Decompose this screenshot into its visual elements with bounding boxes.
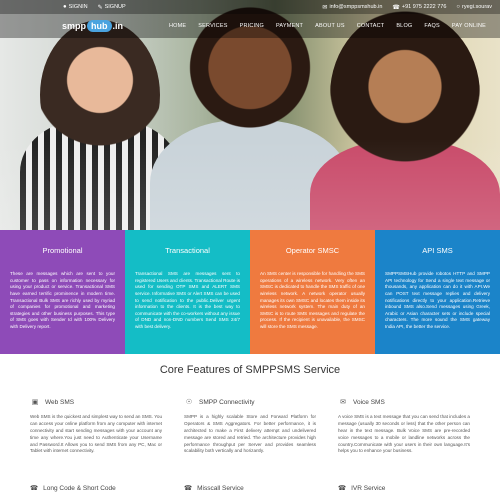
feature-smpp-connectivity: ☉ SMPP Connectivity SMPP is a highly scal…: [184, 398, 316, 455]
envelope-icon: ✉: [322, 4, 328, 11]
card-operator-smsc: Operator SMSC An SMS center is responsib…: [250, 230, 375, 354]
skype-label: ryegi.sourav: [462, 4, 492, 10]
pencil-icon: ✎: [97, 4, 103, 11]
feature-misscall: ☎ Misscall Service: [184, 484, 316, 493]
feature-ivr: ☎ IVR Service: [338, 484, 470, 493]
phone-icon: ☎: [338, 485, 347, 492]
phone-label: +91 975 2222 776: [401, 4, 447, 10]
card-title: Operator SMSC: [285, 246, 340, 255]
feature-title: Misscall Service: [197, 484, 244, 492]
logo-part3: .in: [112, 21, 124, 31]
card-text: Transactional SMS are messages sent to r…: [135, 270, 240, 330]
user-icon: ●: [63, 4, 67, 10]
feature-voice-sms: ✉ Voice SMS A voice SMS is a text message…: [338, 398, 470, 455]
feature-title: Long Code & Short Code: [43, 484, 116, 492]
nav-pricing[interactable]: PRICING: [234, 23, 270, 29]
nav-pay-online[interactable]: PAY ONLINE: [446, 23, 492, 29]
feature-title: Voice SMS: [353, 398, 385, 406]
feature-text: Web SMS is the quickest and simplest way…: [30, 414, 162, 454]
feature-long-short-code: ☎ Long Code & Short Code: [30, 484, 162, 493]
nav-blog[interactable]: BLOG: [390, 23, 418, 29]
email-label: info@smppsmshub.in: [329, 4, 383, 10]
nav-services[interactable]: SERVICES: [192, 23, 233, 29]
features-grid: ▣ Web SMS Web SMS is the quickest and sim…: [30, 398, 470, 455]
features-heading: Core Features of SMPPSMS Service: [159, 364, 341, 376]
chat-icon: ✉: [340, 399, 346, 406]
card-transactional: Transactional Transactional SMS are mess…: [125, 230, 250, 354]
service-cards: Promotional These are messages which are…: [0, 230, 500, 354]
card-text: An SMS center is responsible for handlin…: [260, 270, 365, 330]
skype-icon: ○: [456, 4, 461, 10]
logo-part1: smpp: [62, 21, 87, 31]
nav-payment[interactable]: PAYMENT: [270, 23, 309, 29]
feature-text: SMPP is a highly scalable Store and Forw…: [184, 414, 316, 454]
top-bar: ● SIGNIN ✎ SIGNUP ✉ info@smppsmshub.in ☎ +91…: [0, 0, 500, 14]
email-link[interactable]: ✉ info@smppsmshub.in: [322, 4, 382, 11]
card-title: Transactional: [165, 246, 210, 255]
feature-web-sms: ▣ Web SMS Web SMS is the quickest and sim…: [30, 398, 162, 455]
phone-icon: ☎: [392, 4, 400, 11]
features-section: Core Features of SMPPSMS Service ▣ Web SM…: [0, 354, 500, 500]
card-promotional: Promotional These are messages which are…: [0, 230, 125, 354]
signin-link[interactable]: ● SIGNIN: [63, 4, 88, 11]
phone-link[interactable]: ☎ +91 975 2222 776: [392, 4, 446, 11]
nav-about-us[interactable]: ABOUT US: [309, 23, 351, 29]
hero-banner: ● SIGNIN ✎ SIGNUP ✉ info@smppsmshub.in ☎ +91…: [0, 0, 500, 230]
phone-icon: ☎: [30, 485, 39, 492]
nav-menu: HOME SERVICES PRICING PAYMENT ABOUT US C…: [163, 23, 492, 29]
card-api-sms: API SMS SMPPSMSHub provide robotos HTTP …: [375, 230, 500, 354]
globe-icon: ☉: [185, 399, 193, 406]
feature-text: A voice SMS is a text message that you c…: [338, 414, 470, 454]
nav-home[interactable]: HOME: [163, 23, 192, 29]
nav-faqs[interactable]: FAQS: [418, 23, 445, 29]
laptop-icon: ▣: [31, 399, 39, 406]
site-logo[interactable]: smpp hub .in: [62, 18, 123, 34]
features-row2: ☎ Long Code & Short Code ☎ Misscall Servic…: [30, 484, 470, 493]
feature-title: Web SMS: [45, 398, 75, 406]
skype-link[interactable]: ○ ryegi.sourav: [456, 4, 492, 11]
phone-icon: ☎: [184, 485, 193, 492]
main-navbar: smpp hub .in HOME SERVICES PRICING PAYMENT…: [0, 14, 500, 38]
signin-label: SIGNIN: [68, 4, 88, 10]
card-title: API SMS: [422, 246, 453, 255]
signup-link[interactable]: ✎ SIGNUP: [98, 4, 126, 11]
signup-label: SIGNUP: [104, 4, 126, 10]
nav-contact[interactable]: CONTACT: [351, 23, 391, 29]
feature-title: IVR Service: [351, 484, 386, 492]
card-text: These are messages which are sent to you…: [10, 270, 115, 330]
logo-part2: hub: [87, 20, 112, 32]
card-title: Promotional: [42, 246, 83, 255]
card-text: SMPPSMSHub provide robotos HTTP and SMPP…: [385, 270, 490, 330]
feature-title: SMPP Connectivity: [199, 398, 255, 406]
